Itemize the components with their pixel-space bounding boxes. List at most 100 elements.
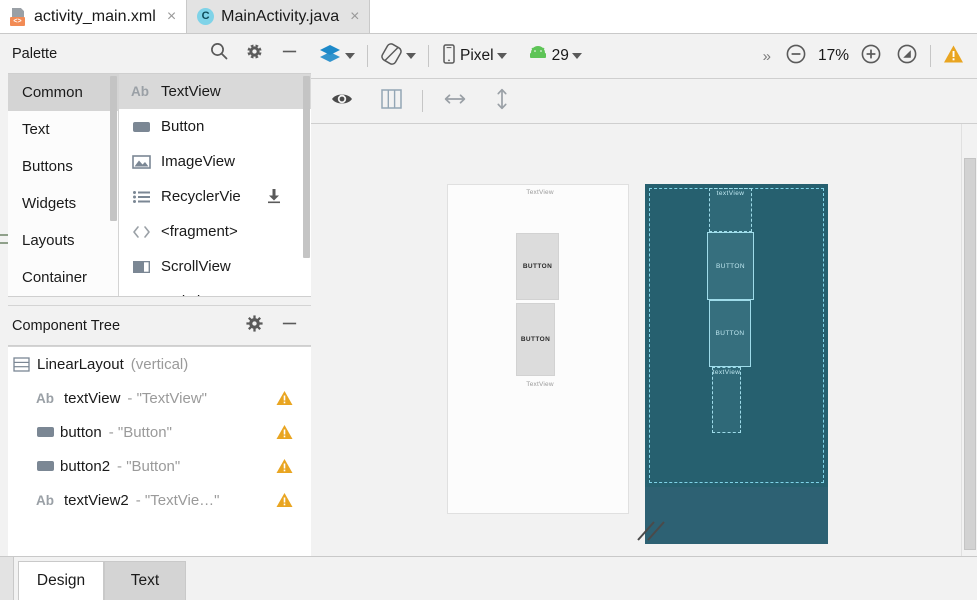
layout-mode-button[interactable] [311,39,362,73]
scrollbar-thumb[interactable] [964,158,976,550]
tree-row-name: LinearLayout [37,356,124,373]
chevron-down-icon[interactable] [572,53,582,59]
scrollbar-thumb[interactable] [110,76,117,221]
chevron-down-icon[interactable] [345,53,355,59]
toolbar-separator [428,45,429,67]
tree-row-sub: - "TextVie…" [136,492,220,509]
blueprint-box-textview2[interactable]: textView [712,367,741,433]
api-level-label: 29 [552,47,569,65]
tree-row-button2[interactable]: button2 - "Button" [0,449,311,483]
xml-badge-label: <> [10,17,25,26]
tree-row-button[interactable]: button - "Button" [0,415,311,449]
zoom-in-button[interactable] [853,39,889,73]
warnings-button[interactable] [936,39,971,73]
close-icon[interactable]: × [350,9,359,25]
zoom-level-label: 17% [814,39,853,73]
warning-triangle-icon[interactable] [276,458,293,478]
palette-item-recyclerview[interactable]: RecyclerVie [119,179,311,214]
palette-item-list[interactable]: Ab TextView Button ImageView RecyclerVi [119,74,311,296]
blueprint-render[interactable]: textView BUTTON BUTTON textView [645,184,828,487]
palette-item-button[interactable]: Button [119,109,311,144]
tab-design[interactable]: Design [18,561,104,600]
canvas-vertical-scrollbar[interactable] [961,124,977,556]
palette-item-label: TextView [161,83,221,100]
palette-category-layouts[interactable]: Layouts [0,222,118,259]
phone-icon [441,43,457,70]
preview-button-1[interactable]: BUTTON [516,233,559,300]
palette-panel-header: Palette [0,34,311,74]
toolbar-separator [422,90,423,112]
palette-item-scrollbar[interactable] [302,74,311,296]
button-icon [36,459,53,474]
palette-title: Palette [12,46,209,62]
left-tool-panel: Palette Common Text Buttons Widgets Layo… [0,34,311,556]
blueprint-box-button[interactable]: BUTTON [707,232,754,300]
tree-row-textview[interactable]: Ab textView - "TextView" [0,381,311,415]
left-edge-strip [0,68,8,590]
palette-item-fragment[interactable]: <fragment> [119,214,311,249]
java-class-icon: C [197,8,214,25]
palette-item-imageview[interactable]: ImageView [119,144,311,179]
scrollbar-thumb[interactable] [303,76,310,258]
search-icon[interactable] [209,41,229,66]
tree-row-sub: - "Button" [109,424,172,441]
preview-button-2[interactable]: BUTTON [516,303,555,376]
android-robot-icon [527,46,549,67]
design-view-options-toolbar [311,79,977,124]
minimize-icon[interactable] [280,314,299,338]
orientation-button[interactable] [373,39,423,73]
palette-category-buttons[interactable]: Buttons [0,148,118,185]
component-tree-body[interactable]: LinearLayout (vertical) Ab textView - "T… [0,346,311,589]
blueprint-box-textview[interactable]: textView [709,188,752,232]
width-constraint-button[interactable] [435,84,475,118]
tree-row-textview2[interactable]: Ab textView2 - "TextVie…" [0,483,311,517]
textview-ab-icon: Ab [36,493,57,508]
palette-item-scrollview[interactable]: ScrollView [119,249,311,284]
warning-triangle-icon[interactable] [276,492,293,512]
tree-row-name: button2 [60,458,110,475]
palette-item-switch[interactable]: Switch [119,284,311,296]
gear-icon[interactable] [245,314,264,338]
columns-layout-button[interactable] [373,84,410,118]
fragment-code-icon [131,224,152,240]
warning-triangle-icon[interactable] [276,390,293,410]
palette-category-common[interactable]: Common [0,74,118,111]
gear-icon[interactable] [245,42,264,66]
zoom-out-button[interactable] [778,39,814,73]
toolbar-overflow-button[interactable]: » [756,39,778,73]
chevron-down-icon[interactable] [406,53,416,59]
palette-item-label: ScrollView [161,258,231,275]
tree-row-name: button [60,424,102,441]
palette-category-text[interactable]: Text [0,111,118,148]
tree-row-linearlayout[interactable]: LinearLayout (vertical) [0,347,311,381]
resize-corner-icon[interactable] [636,516,672,546]
editor-tab-activity-main-xml[interactable]: <> activity_main.xml × [0,0,186,33]
chevron-down-icon[interactable] [497,53,507,59]
palette-category-list[interactable]: Common Text Buttons Widgets Layouts Cont… [0,74,119,296]
api-level-selector[interactable]: 29 [520,39,589,73]
download-icon[interactable] [267,188,281,204]
palette-category-widgets[interactable]: Widgets [0,185,118,222]
toolbar-separator [367,45,368,67]
scrollview-icon [131,259,152,275]
warning-triangle-icon[interactable] [276,424,293,444]
tree-row-name: textView [64,390,120,407]
design-canvas[interactable]: TextView BUTTON BUTTON TextView textView… [311,124,977,556]
device-preview-render[interactable]: TextView BUTTON BUTTON TextView [447,184,629,514]
zoom-fit-button[interactable] [889,39,925,73]
preview-visibility-button[interactable] [323,84,361,118]
blueprint-box-button2[interactable]: BUTTON [709,300,751,367]
recyclerview-list-icon [131,189,152,205]
panel-splitter[interactable] [0,297,311,306]
editor-tab-mainactivity-java[interactable]: C MainActivity.java × [186,0,370,33]
minimize-icon[interactable] [280,42,299,66]
palette-category-scrollbar[interactable] [109,74,118,296]
close-icon[interactable]: × [167,9,176,25]
height-constraint-button[interactable] [485,84,519,118]
palette-category-container[interactable]: Container [0,259,118,296]
palette-item-textview[interactable]: Ab TextView [119,74,311,109]
design-toolbar: Pixel 29 » 17% [311,34,977,79]
tab-text[interactable]: Text [104,561,186,600]
device-selector[interactable]: Pixel [434,39,514,73]
textview-ab-icon: Ab [131,84,152,99]
